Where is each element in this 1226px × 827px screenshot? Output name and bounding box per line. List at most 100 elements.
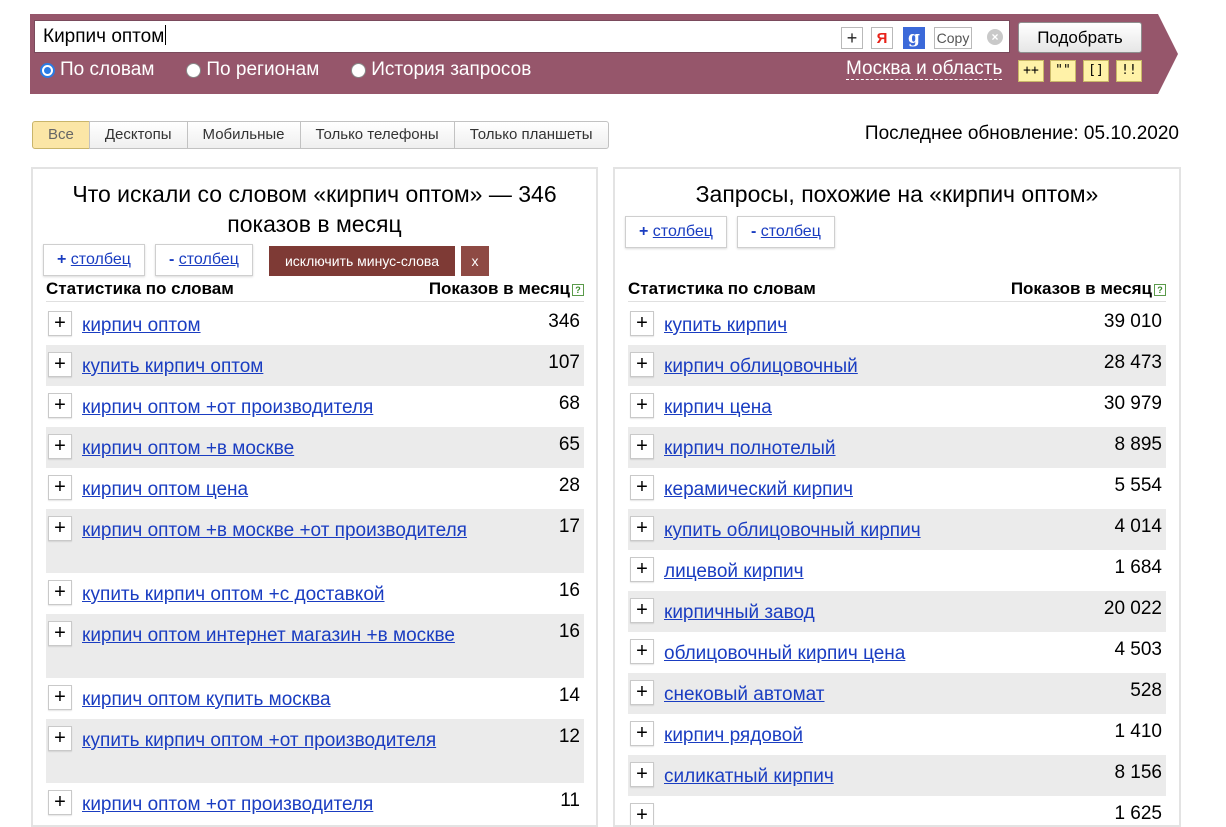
add-phrase-icon[interactable]: + — [630, 311, 654, 336]
phrase-link[interactable]: купить кирпич оптом — [46, 345, 584, 380]
add-phrase-icon[interactable]: + — [48, 726, 72, 751]
add-phrase-icon[interactable]: + — [630, 557, 654, 582]
phrase-link[interactable]: купить кирпич — [628, 304, 1166, 339]
add-phrase-icon[interactable]: + — [48, 790, 72, 815]
search-mode-radios: По словам По регионам История запросов — [40, 58, 563, 82]
add-column-button[interactable]: + столбец — [625, 216, 727, 248]
add-phrase-icon[interactable]: + — [630, 598, 654, 623]
phrase-link[interactable]: снековый автомат — [628, 673, 1166, 708]
phrase-link[interactable]: купить облицовочный кирпич — [628, 509, 1166, 544]
add-phrase-icon[interactable]: + — [630, 680, 654, 705]
operator-plus-button[interactable]: ++ — [1018, 60, 1044, 82]
phrase-link[interactable]: кирпич оптом купить москва — [46, 678, 584, 713]
phrase-link[interactable]: кирпич оптом +в москве +от производителя — [46, 509, 584, 544]
phrase-link[interactable]: кирпич полнотелый — [628, 427, 1166, 462]
operator-brackets-button[interactable]: [] — [1083, 60, 1109, 82]
add-phrase-icon[interactable]: + — [630, 516, 654, 541]
radio-by-words[interactable]: По словам — [40, 59, 154, 81]
add-phrase-icon[interactable]: + — [48, 475, 72, 500]
add-phrase-icon[interactable]: + — [48, 352, 72, 377]
impressions-count: 14 — [558, 685, 580, 706]
radio-label: По словам — [60, 59, 155, 80]
add-phrase-icon[interactable]: + — [630, 721, 654, 746]
google-icon[interactable]: g — [903, 27, 925, 49]
phrase-link[interactable]: кирпич оптом — [46, 304, 584, 339]
remove-column-button[interactable]: - столбец — [737, 216, 835, 248]
left-results-list: + кирпич оптом 346 + купить кирпич оптом 107 +… — [46, 304, 584, 824]
add-phrase-icon[interactable]: + — [48, 516, 72, 541]
phrase-link[interactable]: кирпичный завод — [628, 591, 1166, 626]
table-row: + купить кирпич оптом 107 — [46, 345, 584, 386]
add-phrase-icon[interactable]: + — [48, 393, 72, 418]
left-panel-wordstat: Что искали со словом «кирпич оптом» — 34… — [31, 167, 598, 827]
phrase-link[interactable]: кирпич облицовочный — [628, 345, 1166, 380]
phrase-link[interactable]: кирпич цена — [628, 386, 1166, 421]
last-update-text: Последнее обновление: 05.10.2020 — [864, 123, 1179, 144]
operator-exclaim-button[interactable]: !! — [1116, 60, 1142, 82]
col-header-phrase: Статистика по словам — [628, 279, 816, 298]
table-row: + купить кирпич 39 010 — [628, 304, 1166, 345]
add-phrase-icon[interactable]: + — [630, 434, 654, 459]
add-phrase-icon[interactable]: + — [630, 352, 654, 377]
add-phrase-icon[interactable]: + — [48, 580, 72, 605]
tab-mobile[interactable]: Мобильные — [186, 121, 301, 149]
tab-desktops[interactable]: Десктопы — [88, 121, 188, 149]
add-phrase-icon[interactable]: + — [630, 639, 654, 664]
submit-button[interactable]: Подобрать — [1018, 22, 1142, 53]
add-phrase-icon[interactable]: + — [630, 393, 654, 418]
phrase-link[interactable]: кирпич оптом +в москве — [46, 427, 584, 462]
right-panel-similar: Запросы, похожие на «кирпич оптом» + сто… — [613, 167, 1181, 827]
phrase-link[interactable]: облицовочный кирпич цена — [628, 632, 1166, 667]
exclude-minus-words-button[interactable]: исключить минус-слова — [269, 246, 455, 276]
add-phrase-icon[interactable]: + — [630, 803, 654, 825]
remove-column-button[interactable]: - столбец — [155, 244, 253, 276]
radio-by-regions[interactable]: По регионам — [186, 59, 319, 81]
phrase-link[interactable]: кирпич оптом цена — [46, 468, 584, 503]
tab-tablets-only[interactable]: Только планшеты — [453, 121, 609, 149]
radio-label: История запросов — [371, 59, 532, 80]
add-phrase-icon[interactable]: + — [48, 621, 72, 646]
table-row: + кирпич оптом цена 28 — [46, 468, 584, 509]
operator-quotes-button[interactable]: "" — [1050, 60, 1076, 82]
phrase-link[interactable]: купить кирпич оптом +от производителя — [46, 719, 584, 754]
impressions-count: 12 — [558, 726, 580, 747]
radio-unchecked-icon[interactable] — [351, 62, 367, 78]
radio-history[interactable]: История запросов — [351, 59, 531, 81]
col-count-label: Показов в месяц — [428, 279, 570, 298]
add-phrase-icon[interactable]: + — [48, 311, 72, 336]
search-input[interactable]: Кирпич оптом + Я g Copy × — [34, 20, 1010, 53]
radio-unchecked-icon[interactable] — [186, 62, 202, 78]
tab-all[interactable]: Все — [32, 121, 90, 149]
region-selector-link[interactable]: Москва и область — [846, 58, 1003, 80]
add-phrase-icon[interactable]: + — [630, 475, 654, 500]
phrase-link[interactable]: кирпич оптом +от производителя — [46, 783, 584, 818]
phrase-link[interactable] — [628, 796, 1166, 805]
add-phrase-icon[interactable]: + — [48, 685, 72, 710]
add-phrase-icon[interactable]: + — [48, 434, 72, 459]
phrase-link[interactable]: купить кирпич оптом +с доставкой — [46, 573, 584, 608]
phrase-link[interactable]: кирпич оптом интернет магазин +в москве — [46, 614, 584, 649]
copy-button[interactable]: Copy — [934, 27, 972, 49]
clear-icon[interactable]: × — [987, 29, 1003, 45]
impressions-count: 8 156 — [1114, 762, 1162, 783]
impressions-count: 5 554 — [1114, 475, 1162, 496]
tab-phones-only[interactable]: Только телефоны — [299, 121, 455, 149]
phrase-link[interactable]: силикатный кирпич — [628, 755, 1166, 790]
remove-column-label: столбец — [178, 251, 239, 268]
help-icon[interactable]: ? — [1154, 284, 1166, 296]
table-row: + лицевой кирпич 1 684 — [628, 550, 1166, 591]
add-word-icon[interactable]: + — [841, 27, 863, 49]
phrase-link[interactable]: кирпич оптом +от производителя — [46, 386, 584, 421]
phrase-link[interactable]: керамический кирпич — [628, 468, 1166, 503]
phrase-link[interactable]: кирпич рядовой — [628, 714, 1166, 749]
table-row: + керамический кирпич 5 554 — [628, 468, 1166, 509]
table-row: + кирпич оптом 346 — [46, 304, 584, 345]
close-exclude-button[interactable]: x — [461, 246, 489, 276]
phrase-link[interactable]: лицевой кирпич — [628, 550, 1166, 585]
add-phrase-icon[interactable]: + — [630, 762, 654, 787]
add-column-button[interactable]: + столбец — [43, 244, 145, 276]
yandex-icon[interactable]: Я — [871, 27, 893, 49]
help-icon[interactable]: ? — [572, 284, 584, 296]
device-tabs: Все Десктопы Мобильные Только телефоны Т… — [32, 121, 609, 149]
radio-checked-icon[interactable] — [40, 62, 55, 78]
